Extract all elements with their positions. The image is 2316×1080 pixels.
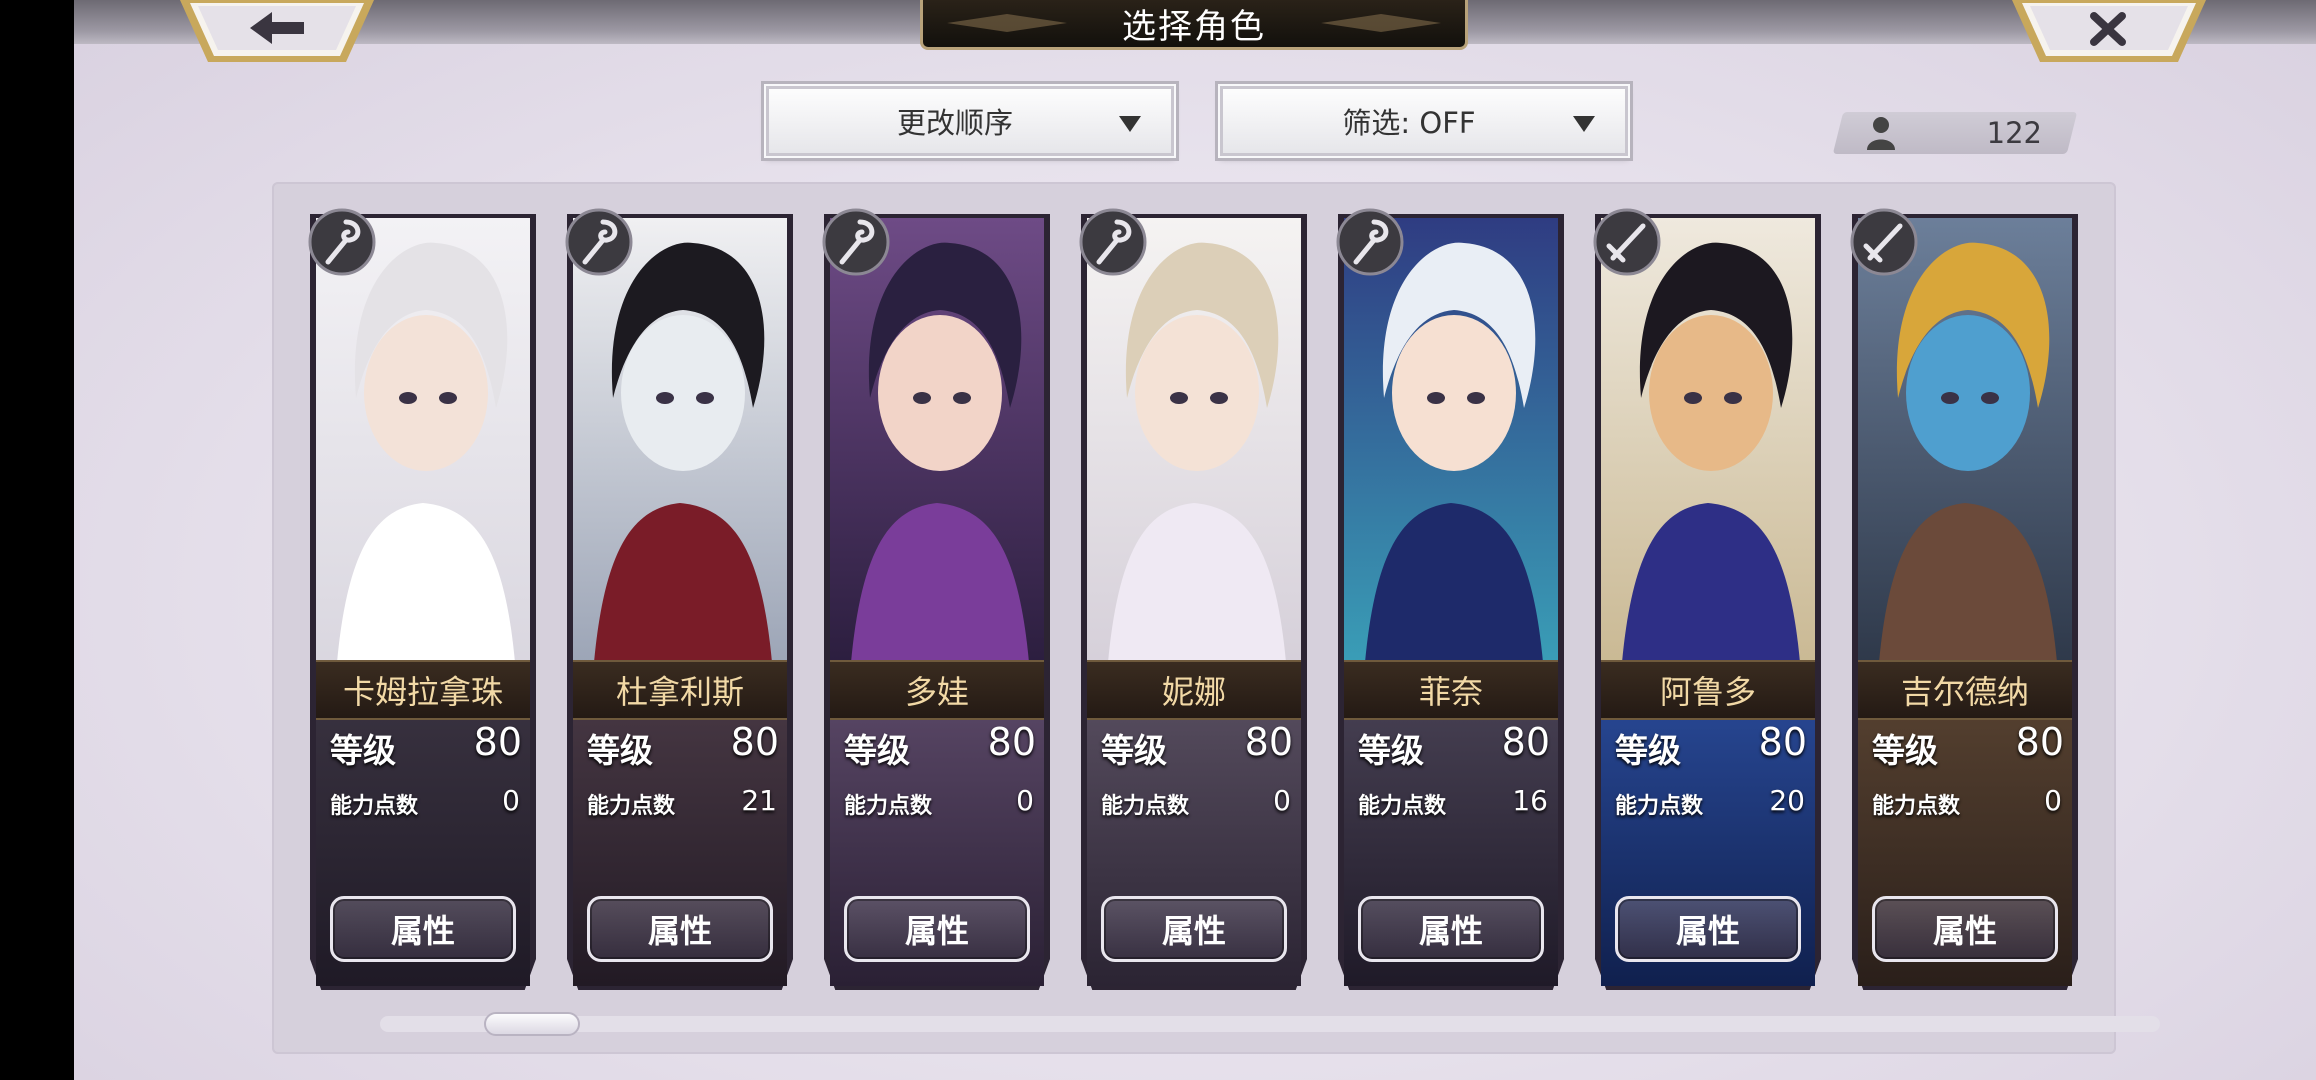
level-label: 等级 xyxy=(587,731,653,770)
level-value: 80 xyxy=(1758,720,1807,764)
level-label: 等级 xyxy=(844,731,910,770)
character-card[interactable]: 阿鲁多 等级 80 能力点数 20 属性 xyxy=(1593,208,1821,990)
title-ornament-left xyxy=(947,14,1067,32)
ability-points-value: 0 xyxy=(502,784,520,817)
chevron-down-icon xyxy=(1119,116,1141,132)
character-card[interactable]: 吉尔德纳 等级 80 能力点数 0 属性 xyxy=(1850,208,2078,990)
character-name: 菲奈 xyxy=(1344,660,1558,720)
horizontal-scrollbar[interactable] xyxy=(380,1016,2160,1032)
staff-icon xyxy=(1334,206,1406,278)
level-value: 80 xyxy=(2015,720,2064,764)
staff-icon xyxy=(820,206,892,278)
game-screen: 选择角色 更改顺序 筛选: OFF 122 卡姆拉拿珠 等级 80 能力点数 0… xyxy=(0,0,2316,1080)
person-icon xyxy=(1867,117,1895,150)
attributes-button[interactable]: 属性 xyxy=(587,896,773,962)
ability-points-value: 0 xyxy=(1273,784,1291,817)
roster-count-badge: 122 xyxy=(1838,112,2072,154)
attributes-button[interactable]: 属性 xyxy=(1101,896,1287,962)
level-label: 等级 xyxy=(1358,731,1424,770)
staff-icon xyxy=(563,206,635,278)
level-value: 80 xyxy=(473,720,522,764)
character-card[interactable]: 杜拿利斯 等级 80 能力点数 21 属性 xyxy=(565,208,793,990)
attributes-button[interactable]: 属性 xyxy=(844,896,1030,962)
character-portrait xyxy=(1087,218,1301,674)
ability-points-value: 21 xyxy=(741,784,777,817)
scrollbar-thumb[interactable] xyxy=(484,1012,580,1036)
ability-points-label: 能力点数 xyxy=(330,794,419,819)
character-name: 阿鲁多 xyxy=(1601,660,1815,720)
level-value: 80 xyxy=(730,720,779,764)
close-icon xyxy=(2012,0,2206,62)
roster-count: 122 xyxy=(1986,116,2042,150)
sword-icon xyxy=(1848,206,1920,278)
character-card[interactable]: 卡姆拉拿珠 等级 80 能力点数 0 属性 xyxy=(308,208,536,990)
ability-points-label: 能力点数 xyxy=(1872,794,1961,819)
level-value: 80 xyxy=(1244,720,1293,764)
character-name: 多娃 xyxy=(830,660,1044,720)
character-name: 吉尔德纳 xyxy=(1858,660,2072,720)
filter-dropdown-label: 筛选: OFF xyxy=(1342,106,1476,140)
character-portrait xyxy=(1344,218,1558,674)
character-portrait xyxy=(830,218,1044,674)
attributes-button[interactable]: 属性 xyxy=(1615,896,1801,962)
level-label: 等级 xyxy=(330,731,396,770)
page-title: 选择角色 xyxy=(1122,7,1266,47)
character-card[interactable]: 妮娜 等级 80 能力点数 0 属性 xyxy=(1079,208,1307,990)
staff-icon xyxy=(1077,206,1149,278)
back-arrow-icon xyxy=(180,0,374,62)
sort-dropdown[interactable]: 更改顺序 xyxy=(764,84,1176,158)
sword-icon xyxy=(1591,206,1663,278)
character-name: 卡姆拉拿珠 xyxy=(316,660,530,720)
ability-points-value: 0 xyxy=(1016,784,1034,817)
character-name: 杜拿利斯 xyxy=(573,660,787,720)
level-value: 80 xyxy=(987,720,1036,764)
level-label: 等级 xyxy=(1872,731,1938,770)
chevron-down-icon xyxy=(1573,116,1595,132)
ability-points-label: 能力点数 xyxy=(587,794,676,819)
ability-points-label: 能力点数 xyxy=(1101,794,1190,819)
character-name: 妮娜 xyxy=(1087,660,1301,720)
ability-points-label: 能力点数 xyxy=(844,794,933,819)
level-value: 80 xyxy=(1501,720,1550,764)
character-portrait xyxy=(1858,218,2072,674)
ability-points-value: 20 xyxy=(1769,784,1805,817)
title-ornament-right xyxy=(1321,14,1441,32)
sort-dropdown-label: 更改顺序 xyxy=(896,106,1013,140)
character-portrait xyxy=(1601,218,1815,674)
close-button[interactable] xyxy=(2012,0,2206,66)
level-label: 等级 xyxy=(1615,731,1681,770)
ability-points-value: 0 xyxy=(2044,784,2062,817)
attributes-button[interactable]: 属性 xyxy=(1358,896,1544,962)
character-card[interactable]: 多娃 等级 80 能力点数 0 属性 xyxy=(822,208,1050,990)
filter-dropdown[interactable]: 筛选: OFF xyxy=(1218,84,1630,158)
ability-points-label: 能力点数 xyxy=(1615,794,1704,819)
back-button[interactable] xyxy=(180,0,374,66)
attributes-button[interactable]: 属性 xyxy=(1872,896,2058,962)
ability-points-value: 16 xyxy=(1512,784,1548,817)
attributes-button[interactable]: 属性 xyxy=(330,896,516,962)
character-portrait xyxy=(573,218,787,674)
character-portrait xyxy=(316,218,530,674)
ability-points-label: 能力点数 xyxy=(1358,794,1447,819)
character-card[interactable]: 菲奈 等级 80 能力点数 16 属性 xyxy=(1336,208,1564,990)
title-plate: 选择角色 xyxy=(920,0,1468,50)
character-select-stage: 选择角色 更改顺序 筛选: OFF 122 卡姆拉拿珠 等级 80 能力点数 0… xyxy=(74,0,2316,1080)
staff-icon xyxy=(306,206,378,278)
level-label: 等级 xyxy=(1101,731,1167,770)
